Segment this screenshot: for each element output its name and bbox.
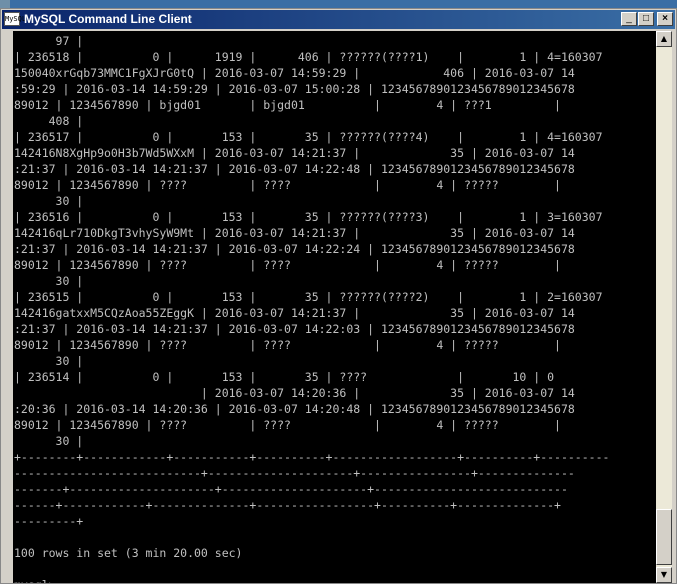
mysql-console-window[interactable]: MySQL MySQL Command Line Client _ □ × 97… [0,8,677,584]
console-line: :21:37 | 2016-03-14 14:21:37 | 2016-03-0… [14,242,575,256]
console-line: 89012 | 1234567890 | bjgd01 | bjgd01 | 4… [14,98,561,112]
mysql-app-icon[interactable]: MySQL [4,12,26,26]
console-line: :21:37 | 2016-03-14 14:21:37 | 2016-03-0… [14,322,575,336]
scroll-thumb[interactable] [656,509,672,565]
console-line: 142416qLr710DkgT3vhySyW9Mt | 2016-03-07 … [14,226,575,240]
vertical-scrollbar[interactable]: ▲ ▼ [656,31,672,583]
console-line: 89012 | 1234567890 | ???? | ???? | 4 | ?… [14,418,561,432]
console-line: 30 | [14,434,84,448]
minimize-button[interactable]: _ [621,12,637,26]
console-line: :59:29 | 2016-03-14 14:59:29 | 2016-03-0… [14,82,575,96]
console-line: -------+---------------------+----------… [14,482,568,496]
console-line: | 236514 | 0 | 153 | 35 | ???? | 10 | 0 [14,370,555,384]
mysql-prompt: mysql> [14,577,62,583]
console-line: 97 | [14,34,84,48]
console-line: | 2016-03-07 14:20:36 | 35 | 2016-03-07 … [14,386,575,400]
console-line: 142416gatxxM5CQzAoa55ZEggK | 2016-03-07 … [14,306,575,320]
console-line: ---------------------------+------------… [14,466,575,480]
console-line: 30 | [14,354,84,368]
console-line: :21:37 | 2016-03-14 14:21:37 | 2016-03-0… [14,162,575,176]
console-line: 150040xrGqb73MMC1FgXJrG0tQ | 2016-03-07 … [14,66,575,80]
console-line: | 236518 | 0 | 1919 | 406 | ??????(????1… [14,50,603,64]
console-line: 89012 | 1234567890 | ???? | ???? | 4 | ?… [14,338,561,352]
console-line: | 236517 | 0 | 153 | 35 | ??????(????4) … [14,130,603,144]
console-line: 30 | [14,194,84,208]
window-title: MySQL Command Line Client [24,12,192,26]
scroll-down-arrow-icon[interactable]: ▼ [656,567,672,583]
console-line: 408 | [14,114,84,128]
console-line: | 236515 | 0 | 153 | 35 | ??????(????2) … [14,290,603,304]
console-line: | 236516 | 0 | 153 | 35 | ??????(????3) … [14,210,603,224]
console-line: 89012 | 1234567890 | ???? | ???? | 4 | ?… [14,178,561,192]
title-bar[interactable]: MySQL MySQL Command Line Client _ □ × [2,10,675,29]
close-button[interactable]: × [657,12,673,26]
maximize-button[interactable]: □ [638,12,654,26]
console-line: 100 rows in set (3 min 20.00 sec) [14,546,243,560]
console-line: 30 | [14,274,84,288]
scroll-up-arrow-icon[interactable]: ▲ [656,31,672,47]
console-line: ---------+ [14,514,84,528]
console-line: +--------+------------+-----------+-----… [14,450,610,464]
console-output[interactable]: 97 | | 236518 | 0 | 1919 | 406 | ??????(?… [13,31,656,583]
console-line: ------+------------+--------------+-----… [14,498,561,512]
console-line: 89012 | 1234567890 | ???? | ???? | 4 | ?… [14,258,561,272]
console-line: :20:36 | 2016-03-14 14:20:36 | 2016-03-0… [14,402,575,416]
console-line: 142416N8XgHp9o0H3b7Wd5WXxM | 2016-03-07 … [14,146,575,160]
